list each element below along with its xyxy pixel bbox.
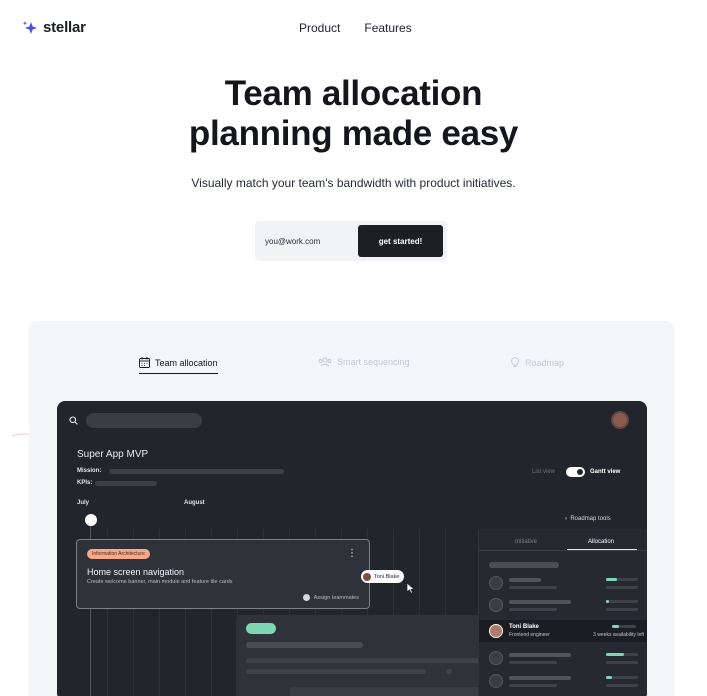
hero-title-highlight: easy: [441, 114, 519, 153]
signup-form: get started!: [255, 221, 447, 261]
hero-subtitle: Visually match your team's bandwidth wit…: [191, 176, 516, 190]
member-name: Toni Blake: [509, 624, 539, 630]
gantt-view-label[interactable]: Gantt view: [590, 469, 620, 475]
team-member-row-highlighted[interactable]: Toni Blake Frontend engineer 3 weeks ava…: [479, 620, 647, 642]
active-panel-tab-indicator: [567, 549, 637, 550]
allocation-bar: [606, 578, 638, 581]
team-member-row[interactable]: [487, 670, 642, 692]
top-nav: Product Features: [299, 21, 412, 35]
mission-placeholder: [109, 469, 284, 474]
assign-teammates-button[interactable]: Assign teammates: [302, 594, 359, 601]
stellar-logo[interactable]: stellar: [22, 19, 86, 36]
teammate-avatar: [489, 624, 503, 638]
allocation-bar: [606, 653, 638, 656]
task-card[interactable]: Information Architecture ⋮ Home screen n…: [76, 539, 370, 609]
task-category-tag: Information Architecture: [87, 549, 150, 559]
member-availability: 3 weeks availability left: [593, 632, 644, 638]
task-title: Home screen navigation: [87, 567, 185, 577]
app-preview: Super App MVP Mission: KPIs: List view G…: [57, 401, 647, 696]
view-toggle[interactable]: [566, 467, 585, 477]
team-member-row[interactable]: [487, 594, 642, 616]
calendar-icon: [139, 357, 150, 368]
app-search-bar[interactable]: [86, 413, 202, 428]
lightbulb-icon: [511, 357, 519, 368]
kpis-placeholder: [95, 481, 157, 486]
tab-roadmap[interactable]: Roadmap: [510, 357, 564, 368]
email-input[interactable]: [265, 231, 355, 251]
get-started-button[interactable]: get started!: [358, 225, 443, 257]
tab-label: Roadmap: [525, 357, 565, 368]
allocation-bar: [606, 676, 638, 679]
list-view-label[interactable]: List view: [532, 469, 555, 475]
drag-chip-name: Toni Blake: [374, 573, 400, 580]
hero-title-line1: Team allocation: [224, 74, 483, 113]
month-august: August: [184, 500, 205, 506]
person-icon: [489, 674, 503, 688]
tab-label: Smart sequencing: [337, 357, 410, 367]
hero-title-line2: planning made: [188, 114, 442, 153]
panel-tab-allocation[interactable]: Allocation: [588, 539, 614, 545]
member-role: Frontend engineer: [509, 632, 550, 638]
dragged-teammate-chip[interactable]: Toni Blake: [361, 570, 405, 583]
tab-label: Team allocation: [155, 357, 218, 368]
teammate-avatar: [363, 572, 371, 581]
search-icon: [69, 416, 78, 425]
month-july: July: [77, 500, 90, 506]
people-icon: [318, 357, 332, 367]
person-icon: [489, 598, 503, 612]
tab-smart-sequencing[interactable]: Smart sequencing: [318, 357, 410, 367]
allocation-panel: Initiative Allocation Toni Blake Fronten…: [478, 529, 647, 696]
hero-title: Team allocation planning made easy: [0, 74, 707, 154]
person-icon: [489, 651, 503, 665]
allocation-bar: [606, 600, 638, 603]
nav-features[interactable]: Features: [364, 21, 411, 35]
status-pill: [246, 623, 276, 634]
roadmap-tools-label: Roadmap tools: [570, 516, 611, 522]
assign-label: Assign teammates: [313, 594, 359, 601]
sparkle-icon: [22, 20, 37, 34]
tab-team-allocation[interactable]: Team allocation: [139, 357, 218, 374]
add-icon: [302, 594, 310, 601]
mission-label: Mission:: [77, 468, 102, 474]
kpis-label: KPIs:: [77, 480, 93, 486]
team-member-row[interactable]: [487, 647, 642, 669]
user-avatar[interactable]: [611, 411, 629, 429]
more-options-icon[interactable]: ⋮: [347, 548, 357, 559]
timeline-marker[interactable]: [85, 514, 97, 526]
roadmap-tools-toggle[interactable]: › Roadmap tools: [565, 516, 611, 522]
chevron-right-icon: ›: [565, 516, 567, 522]
project-title: Super App MVP: [77, 449, 149, 460]
allocation-bar: [612, 625, 636, 628]
brand-name: stellar: [43, 19, 86, 36]
task-card-secondary[interactable]: [236, 615, 496, 696]
task-description: Create welcome banner, main module and f…: [87, 579, 233, 585]
person-icon: [489, 576, 503, 590]
nav-product[interactable]: Product: [299, 21, 340, 35]
mouse-cursor-icon: [406, 582, 416, 594]
team-member-row[interactable]: [487, 572, 642, 594]
active-tab-indicator: [139, 373, 218, 374]
panel-tab-initiative[interactable]: Initiative: [515, 539, 537, 545]
